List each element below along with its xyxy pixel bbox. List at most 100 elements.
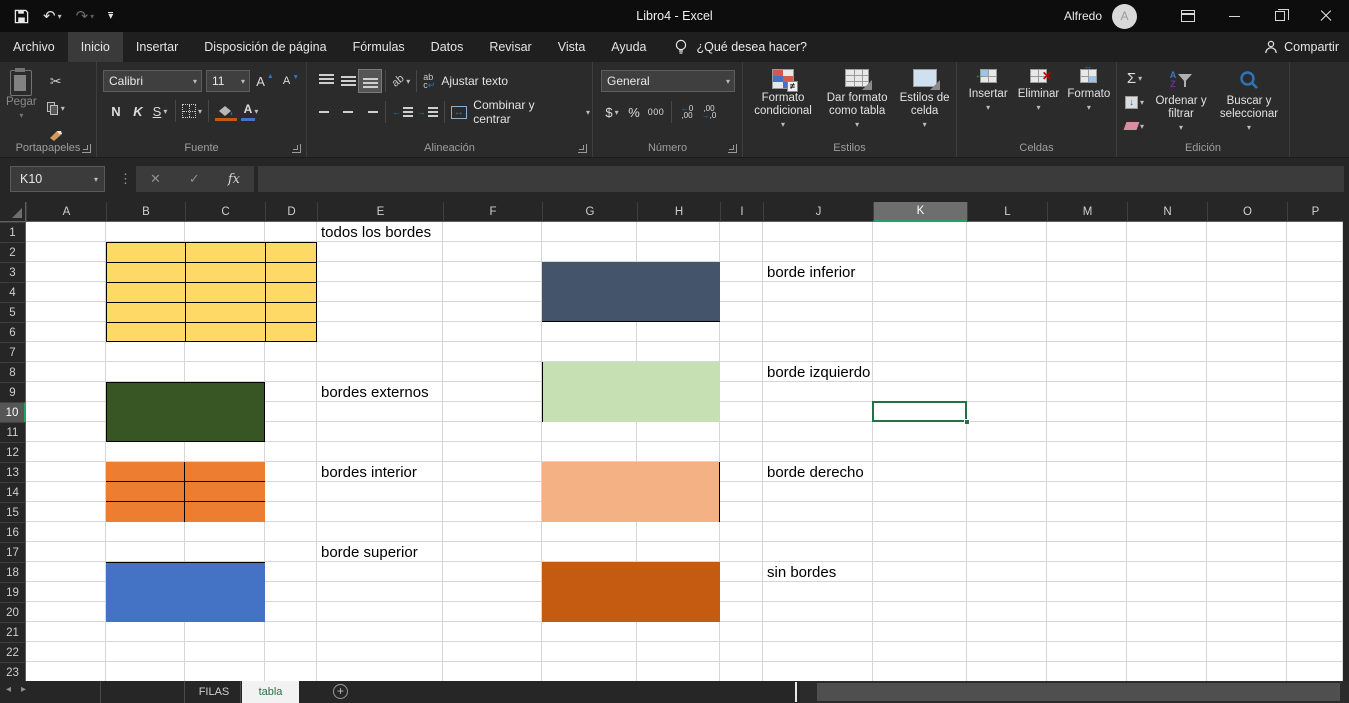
row-header-4[interactable]: 4 bbox=[0, 282, 26, 302]
delete-cells-button[interactable]: ✕ Eliminar▾ bbox=[1015, 69, 1061, 114]
align-top-button[interactable] bbox=[315, 70, 337, 92]
name-box[interactable]: K10▾ bbox=[10, 166, 105, 192]
underline-button[interactable]: S▾ bbox=[149, 100, 171, 122]
block-borde-izquierdo[interactable] bbox=[542, 362, 720, 422]
insert-cells-button[interactable]: ← Insertar▾ bbox=[965, 69, 1011, 114]
block-borde-derecho[interactable] bbox=[542, 462, 720, 522]
cells-area[interactable]: todos los bordes bordes externos bordes in… bbox=[26, 222, 1343, 682]
row-header-8[interactable]: 8 bbox=[0, 362, 26, 382]
horizontal-scrollbar[interactable] bbox=[800, 681, 1349, 703]
avatar[interactable]: A bbox=[1112, 4, 1137, 29]
row-header-23[interactable]: 23 bbox=[0, 662, 26, 682]
enter-icon[interactable]: ✓ bbox=[189, 171, 200, 187]
column-header-P[interactable]: P bbox=[1287, 202, 1343, 222]
sheet-tab-tabla[interactable]: tabla bbox=[242, 681, 299, 703]
minimize-button[interactable] bbox=[1211, 0, 1257, 32]
increase-font-button[interactable]: A▲ bbox=[254, 70, 276, 92]
dialog-launcher-icon[interactable] bbox=[728, 144, 737, 153]
row-header-22[interactable]: 22 bbox=[0, 642, 26, 662]
insert-function-icon[interactable]: fx bbox=[228, 172, 240, 187]
row-header-12[interactable]: 12 bbox=[0, 442, 26, 462]
orientation-button[interactable]: ab▾ bbox=[390, 70, 412, 92]
decrease-indent-button[interactable]: ← bbox=[390, 101, 415, 123]
column-header-E[interactable]: E bbox=[317, 202, 443, 222]
row-header-20[interactable]: 20 bbox=[0, 602, 26, 622]
cell-label[interactable]: bordes externos bbox=[317, 382, 429, 402]
row-header-21[interactable]: 21 bbox=[0, 622, 26, 642]
cut-button[interactable]: ✂ bbox=[45, 70, 67, 92]
cancel-icon[interactable]: ✕ bbox=[150, 171, 161, 187]
column-header-I[interactable]: I bbox=[720, 202, 763, 222]
horizontal-scrollbar-thumb[interactable] bbox=[817, 683, 1340, 701]
sheet-nav-right-icon[interactable]: ▸ bbox=[21, 684, 26, 695]
align-middle-button[interactable] bbox=[337, 70, 359, 92]
format-cells-button[interactable]: ↔ Formato▾ bbox=[1066, 69, 1112, 114]
select-all-corner[interactable] bbox=[0, 202, 26, 222]
row-header-15[interactable]: 15 bbox=[0, 502, 26, 522]
row-header-14[interactable]: 14 bbox=[0, 482, 26, 502]
borders-button[interactable]: ▾ bbox=[180, 100, 204, 122]
restore-button[interactable] bbox=[1257, 0, 1303, 32]
tab-revisar[interactable]: Revisar bbox=[476, 32, 544, 62]
column-header-D[interactable]: D bbox=[265, 202, 317, 222]
align-bottom-button[interactable] bbox=[359, 70, 381, 92]
row-header-18[interactable]: 18 bbox=[0, 562, 26, 582]
sort-filter-button[interactable]: AZ Ordenar y filtrar▾ bbox=[1150, 67, 1212, 134]
copy-button[interactable]: ▾ bbox=[45, 97, 67, 119]
font-color-button[interactable]: A ▾ bbox=[239, 100, 263, 122]
tell-me-search[interactable]: ¿Qué desea hacer? bbox=[674, 32, 808, 62]
share-button[interactable]: Compartir bbox=[1264, 32, 1339, 62]
row-header-1[interactable]: 1 bbox=[0, 222, 26, 242]
find-select-button[interactable]: Buscar y seleccionar▾ bbox=[1216, 67, 1282, 134]
tab-ayuda[interactable]: Ayuda bbox=[598, 32, 659, 62]
increase-indent-button[interactable]: → bbox=[415, 101, 440, 123]
font-size-combo[interactable]: 11▾ bbox=[206, 70, 250, 92]
column-header-K[interactable]: K bbox=[873, 202, 967, 222]
decrease-font-button[interactable]: A▼ bbox=[280, 70, 302, 92]
wrap-text-button[interactable]: abc↵ Ajustar texto bbox=[421, 70, 510, 92]
block-borde-superior[interactable] bbox=[106, 562, 265, 622]
fill-button[interactable]: ↓▾ bbox=[1123, 91, 1146, 113]
tab-archivo[interactable]: Archivo bbox=[0, 32, 68, 62]
column-header-N[interactable]: N bbox=[1127, 202, 1207, 222]
bold-button[interactable]: N bbox=[105, 100, 127, 122]
increase-decimal-button[interactable]: ←0,00 bbox=[676, 101, 698, 123]
merge-center-button[interactable]: ↔ Combinar y centrar ▾ bbox=[449, 101, 592, 123]
dialog-launcher-icon[interactable] bbox=[578, 144, 587, 153]
clear-button[interactable]: ▾ bbox=[1123, 115, 1146, 137]
comma-style-button[interactable]: 000 bbox=[645, 101, 667, 123]
user-name[interactable]: Alfredo bbox=[1064, 9, 1102, 23]
ribbon-display-options-button[interactable] bbox=[1165, 0, 1211, 32]
sheet-tab-FILAS[interactable]: FILAS bbox=[188, 681, 241, 703]
block-bordes-interior[interactable] bbox=[106, 462, 265, 522]
add-sheet-button[interactable]: + bbox=[333, 684, 348, 699]
block-bordes-externos[interactable] bbox=[106, 382, 265, 442]
row-header-17[interactable]: 17 bbox=[0, 542, 26, 562]
split-handle[interactable] bbox=[795, 682, 797, 702]
format-as-table-button[interactable]: Dar formato como tabla▾ bbox=[823, 69, 891, 131]
column-header-M[interactable]: M bbox=[1047, 202, 1127, 222]
cell-label[interactable]: borde derecho bbox=[763, 462, 864, 482]
dialog-launcher-icon[interactable] bbox=[292, 144, 301, 153]
formula-input[interactable] bbox=[258, 166, 1344, 192]
align-center-button[interactable] bbox=[337, 101, 359, 123]
cell-label[interactable]: borde izquierdo bbox=[763, 362, 870, 382]
currency-button[interactable]: $▾ bbox=[601, 101, 623, 123]
row-header-6[interactable]: 6 bbox=[0, 322, 26, 342]
conditional-formatting-button[interactable]: ≠ Formato condicional▾ bbox=[749, 69, 817, 131]
row-header-9[interactable]: 9 bbox=[0, 382, 26, 402]
row-header-19[interactable]: 19 bbox=[0, 582, 26, 602]
row-header-11[interactable]: 11 bbox=[0, 422, 26, 442]
dialog-launcher-icon[interactable] bbox=[82, 144, 91, 153]
row-header-7[interactable]: 7 bbox=[0, 342, 26, 362]
decrease-decimal-button[interactable]: ,00→,0 bbox=[698, 101, 720, 123]
column-header-J[interactable]: J bbox=[763, 202, 873, 222]
column-header-O[interactable]: O bbox=[1207, 202, 1287, 222]
tab-datos[interactable]: Datos bbox=[418, 32, 477, 62]
column-header-B[interactable]: B bbox=[106, 202, 185, 222]
cell-label[interactable]: todos los bordes bbox=[317, 222, 431, 242]
cell-label[interactable]: bordes interior bbox=[317, 462, 417, 482]
align-right-button[interactable] bbox=[359, 101, 381, 123]
sheet-nav-left-icon[interactable]: ◂ bbox=[6, 684, 11, 695]
sheet-tab[interactable] bbox=[101, 681, 185, 703]
